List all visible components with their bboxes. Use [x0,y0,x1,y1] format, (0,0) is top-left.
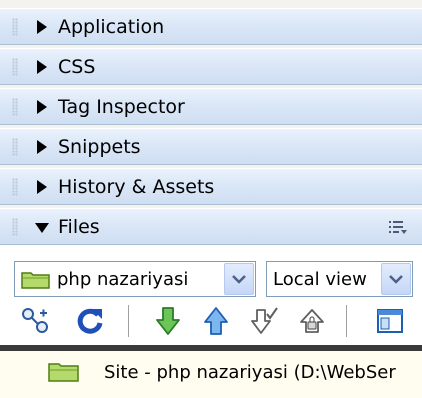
refresh-icon[interactable] [74,305,106,337]
put-files-icon[interactable] [200,305,232,337]
collapse-arrow-icon [35,223,49,233]
expand-arrow-icon [37,60,47,74]
check-in-icon[interactable] [296,305,328,337]
folder-icon [48,363,79,382]
expand-arrow-icon [37,100,47,114]
panel-title: Snippets [58,136,141,158]
toolbar-separator [128,305,130,337]
gripper-handle[interactable] [12,18,18,36]
panel-dock: Application CSS Tag Inspector Snippets H… [0,0,422,398]
gripper-handle[interactable] [12,58,18,76]
panel-header-css[interactable]: CSS [0,48,422,85]
expand-arrow-icon [37,20,47,34]
tree-row-label: Site - php nazariyasi (D:\WebSer [104,362,396,383]
gripper-handle[interactable] [12,218,18,236]
toolbar-separator [346,305,348,337]
panel-title: CSS [58,56,96,78]
gripper-handle[interactable] [12,178,18,196]
connect-icon[interactable] [20,305,52,337]
expand-arrow-icon [37,140,47,154]
files-toolbar-area: php nazariyasi Local view [0,245,422,349]
panel-header-history-assets[interactable]: History & Assets [0,168,422,205]
tree-row-site-root[interactable]: Site - php nazariyasi (D:\WebSer [0,351,422,393]
panel-header-files[interactable]: Files [0,208,422,245]
gripper-handle[interactable] [12,98,18,116]
files-tree[interactable]: Site - php nazariyasi (D:\WebSer [0,351,422,398]
panel-title: Files [58,216,100,238]
site-select-value: php nazariyasi [57,269,189,290]
panel-title: History & Assets [58,176,215,198]
gripper-handle[interactable] [12,138,18,156]
expand-site-icon[interactable] [374,305,406,337]
get-files-icon[interactable] [152,305,184,337]
folder-icon [21,272,50,289]
site-select-dropdown-button[interactable] [224,263,254,295]
panel-header-tag-inspector[interactable]: Tag Inspector [0,88,422,125]
view-select[interactable]: Local view [266,261,413,297]
view-select-dropdown-button[interactable] [381,263,411,295]
panel-header-snippets[interactable]: Snippets [0,128,422,165]
expand-arrow-icon [37,180,47,194]
panel-title: Tag Inspector [58,96,185,118]
chevron-down-icon [389,275,403,284]
panel-header-application[interactable]: Application [0,8,422,45]
chevron-down-icon [232,275,246,284]
site-select[interactable]: php nazariyasi [14,261,256,297]
view-select-value: Local view [273,269,367,290]
panel-options-menu-icon[interactable] [388,219,408,235]
panel-title: Application [58,16,165,38]
files-panel-body: php nazariyasi Local view Site - php naz… [0,245,422,398]
check-out-icon[interactable] [247,305,279,337]
